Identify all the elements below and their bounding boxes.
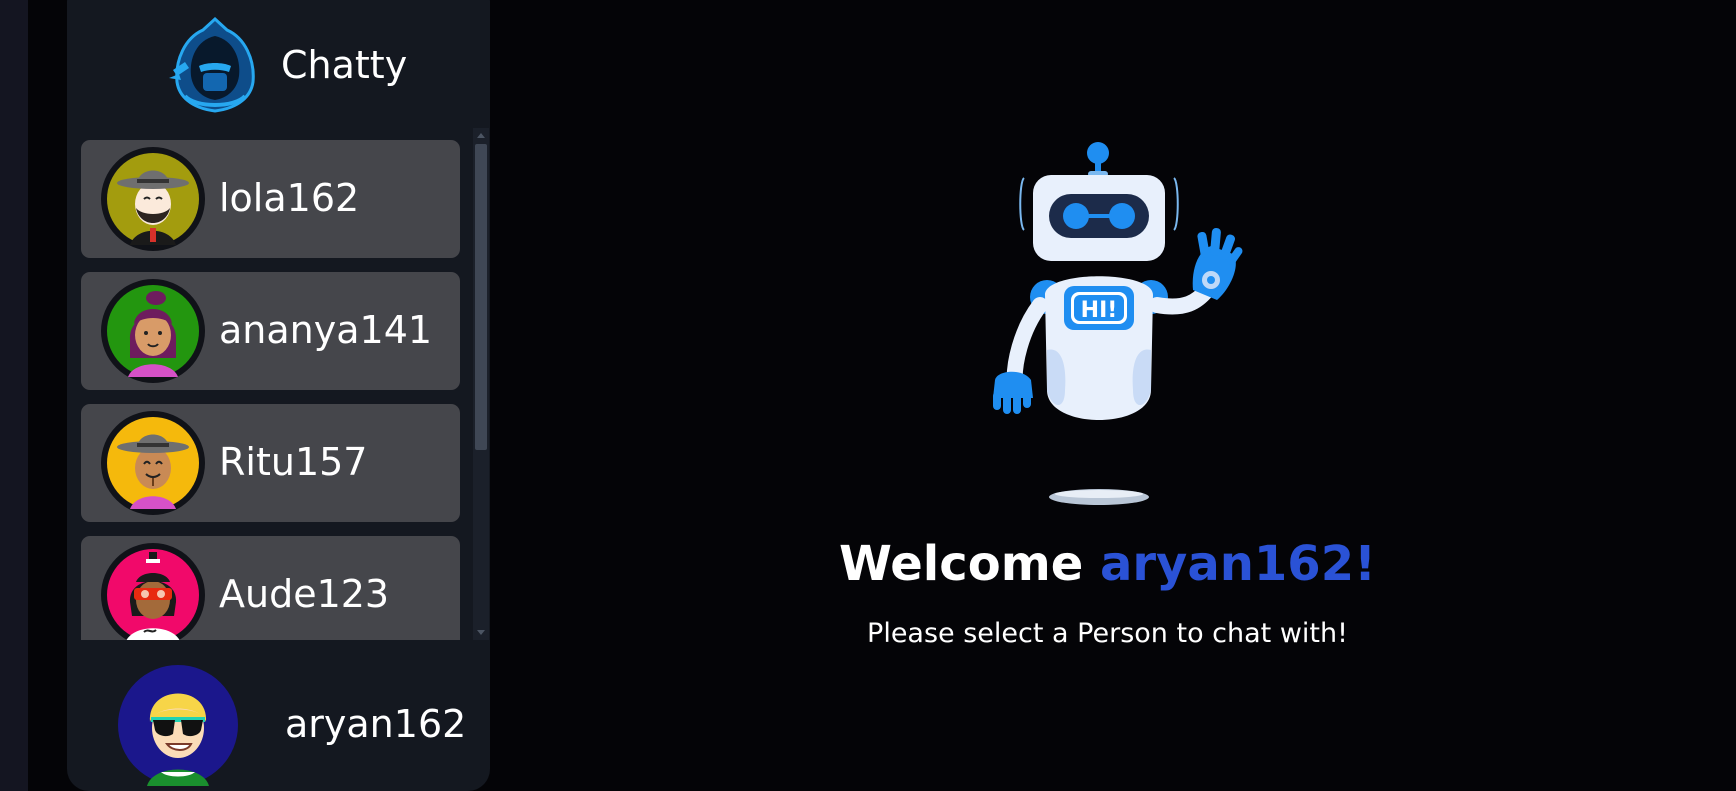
avatar-blonde-sunglasses-icon — [118, 665, 238, 786]
welcome-heading: Welcome aryan162! — [0, 536, 1736, 592]
svg-text:HI!: HI! — [1081, 298, 1118, 323]
avatar-woman-purple-hair-icon — [101, 279, 205, 383]
current-user-panel[interactable]: aryan162 — [67, 642, 490, 791]
scroll-up-arrow-icon[interactable] — [477, 133, 485, 138]
hooded-ninja-logo-icon — [169, 16, 255, 113]
waving-robot-hi-icon: HI! — [993, 142, 1243, 505]
avatar-man-hat-smiling-icon — [101, 411, 205, 515]
contact-item-ananya141[interactable]: ananya141 — [81, 272, 460, 390]
contact-username: ananya141 — [219, 308, 433, 352]
brand-header: Chatty — [165, 16, 407, 114]
contact-username: Ritu157 — [219, 440, 368, 484]
contact-item-lola162[interactable]: lola162 — [81, 140, 460, 258]
left-edge-strip — [0, 0, 28, 791]
avatar-bearded-man-hat-icon — [101, 147, 205, 251]
current-username: aryan162 — [285, 702, 467, 746]
contact-username: lola162 — [219, 176, 360, 220]
welcome-subtitle: Please select a Person to chat with! — [867, 618, 1348, 649]
welcome-username: aryan162! — [1099, 536, 1376, 592]
welcome-greeting: Welcome — [839, 536, 1084, 592]
app-name: Chatty — [281, 43, 408, 87]
scrollbar-thumb[interactable] — [475, 144, 487, 450]
contact-item-Ritu157[interactable]: Ritu157 — [81, 404, 460, 522]
